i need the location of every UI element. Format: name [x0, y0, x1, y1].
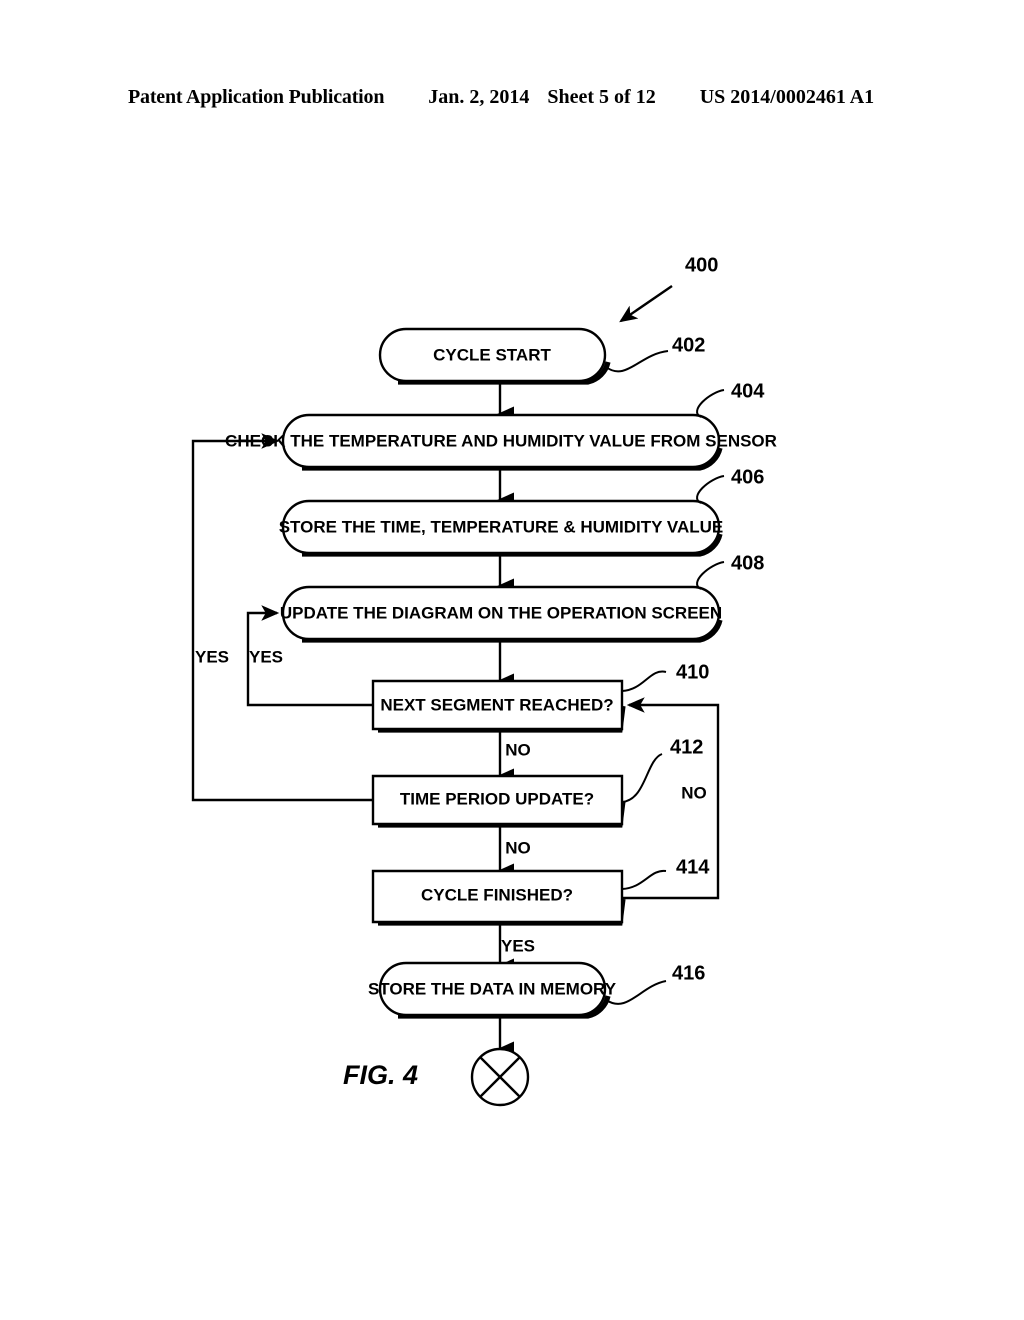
diagram-reference-400: 400 [619, 254, 718, 323]
ref-406-label: 406 [731, 466, 764, 488]
ref-400-arrow [619, 285, 673, 323]
node-408-label: UPDATE THE DIAGRAM ON THE OPERATION SCRE… [280, 603, 722, 622]
ref-412-leader [621, 753, 663, 803]
ref-410-leader [621, 670, 667, 692]
ref-408-leader [696, 561, 725, 590]
figure-caption: FIG. 4 [343, 1060, 418, 1090]
ref-406-leader [696, 475, 725, 504]
edge-label-yes-outer: YES [195, 647, 229, 666]
node-414-label: CYCLE FINISHED? [421, 885, 573, 904]
node-cycle-start[interactable]: CYCLE START 402 [378, 327, 705, 385]
ref-402-label: 402 [672, 334, 705, 356]
ref-402-leader [605, 350, 669, 373]
ref-404-leader [696, 389, 725, 418]
ref-410-label: 410 [676, 661, 709, 683]
node-404-label: CHECK THE TEMPERATURE AND HUMIDITY VALUE… [225, 431, 777, 450]
node-next-segment-reached[interactable]: NEXT SEGMENT REACHED? 410 [371, 661, 709, 733]
ref-412-label: 412 [670, 736, 703, 758]
ref-408-label: 408 [731, 552, 764, 574]
edge-label-no-412-414: NO [505, 838, 531, 857]
node-time-period-update[interactable]: TIME PERIOD UPDATE? 412 [371, 736, 703, 828]
ref-414-leader [621, 869, 667, 890]
node-store-time-temperature-humidity[interactable]: STORE THE TIME, TEMPERATURE & HUMIDITY V… [279, 466, 765, 557]
flowchart-terminator-crossed-circle [470, 1047, 530, 1107]
node-412-label: TIME PERIOD UPDATE? [400, 789, 594, 808]
node-416-label: STORE THE DATA IN MEMORY [368, 979, 617, 998]
flowchart-diagram: 400 YES YES NO NO NO YES CYCLE START 402… [191, 254, 777, 1107]
ref-404-label: 404 [731, 380, 765, 402]
edge-label-no-410-412: NO [505, 740, 531, 759]
node-store-data-in-memory[interactable]: STORE THE DATA IN MEMORY 416 [368, 961, 705, 1019]
ref-416-label: 416 [672, 962, 705, 984]
node-402-label: CYCLE START [433, 345, 551, 364]
node-406-label: STORE THE TIME, TEMPERATURE & HUMIDITY V… [279, 517, 724, 536]
node-update-diagram[interactable]: UPDATE THE DIAGRAM ON THE OPERATION SCRE… [280, 552, 765, 643]
ref-400-label: 400 [685, 254, 718, 276]
ref-414-label: 414 [676, 856, 710, 878]
edge-label-no-414-410: NO [681, 783, 707, 802]
patent-figure-page: Patent Application Publication Jan. 2, 2… [0, 0, 1024, 1320]
node-cycle-finished[interactable]: CYCLE FINISHED? 414 [371, 856, 710, 926]
edge-label-yes-414-416: YES [501, 936, 535, 955]
edge-label-yes-inner: YES [249, 647, 283, 666]
node-410-label: NEXT SEGMENT REACHED? [380, 695, 613, 714]
